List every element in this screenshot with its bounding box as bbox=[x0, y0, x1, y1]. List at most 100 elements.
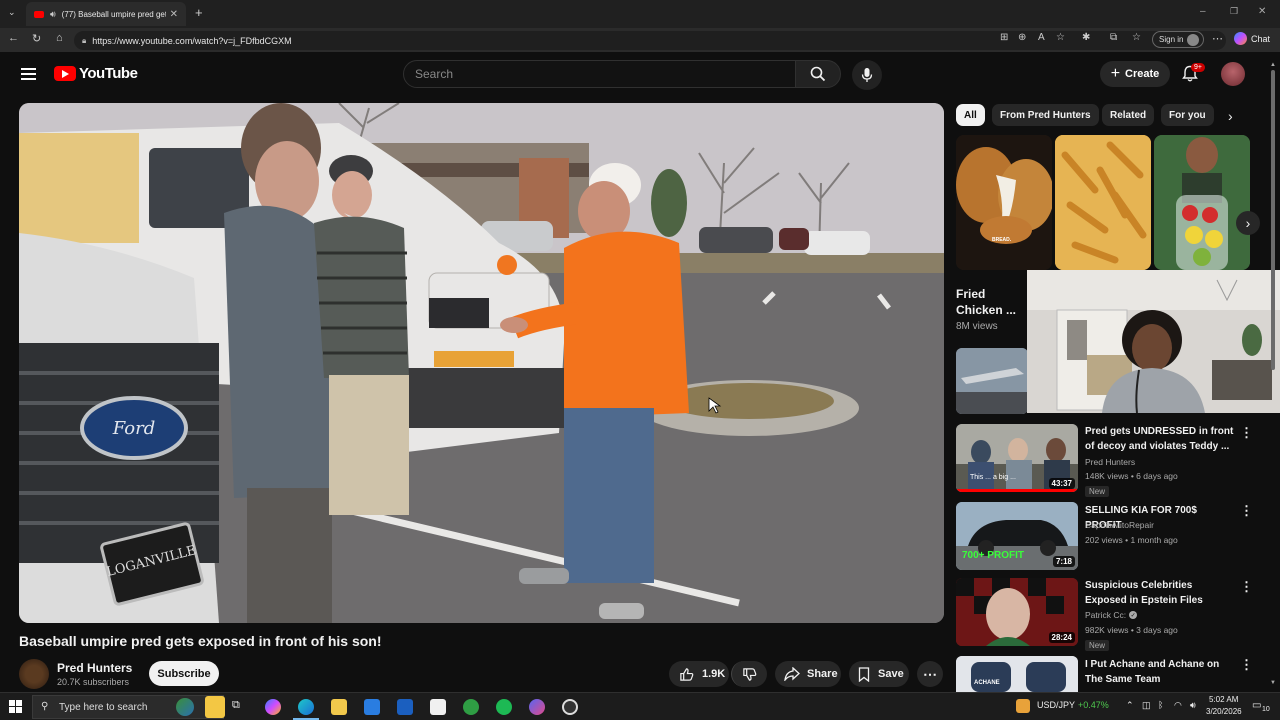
rec-duration-2: 7:18 bbox=[1052, 556, 1075, 567]
dislike-button[interactable] bbox=[731, 661, 767, 687]
maximize-icon[interactable]: ❐ bbox=[1230, 6, 1238, 17]
channel-name[interactable]: Pred Hunters bbox=[57, 661, 132, 675]
scroll-down-arrow-icon[interactable]: ▼ bbox=[1270, 680, 1276, 686]
clock-date[interactable]: 3/20/2026 bbox=[1206, 707, 1242, 716]
new-tab-icon[interactable]: + bbox=[195, 5, 203, 20]
search-button[interactable] bbox=[795, 60, 841, 88]
rec-menu-icon-2[interactable]: ⋮ bbox=[1240, 503, 1253, 519]
short-thumbnail-3[interactable] bbox=[1154, 135, 1250, 270]
rec-thumbnail-1[interactable]: This ... a big ... 43:37 bbox=[956, 424, 1078, 492]
rec-thumbnail-2[interactable]: 700+ PROFIT 7:18 bbox=[956, 502, 1078, 570]
rec-title-1[interactable]: Pred gets UNDRESSED in front of decoy an… bbox=[1085, 424, 1235, 454]
site-info-icon[interactable]: 🔒︎ bbox=[82, 36, 86, 46]
zoom-icon[interactable]: ⊕ bbox=[1018, 32, 1026, 43]
minimize-icon[interactable]: – bbox=[1200, 6, 1206, 17]
task-view-icon[interactable]: ⧉ bbox=[232, 699, 248, 715]
rec-thumbnail-4[interactable]: ACHANE bbox=[956, 656, 1078, 692]
more-actions-button[interactable]: ⋯ bbox=[917, 661, 943, 687]
chip-all[interactable]: All bbox=[956, 104, 985, 126]
shorts-next-button[interactable]: › bbox=[1236, 211, 1260, 235]
save-button[interactable]: Save bbox=[849, 661, 909, 687]
messenger-icon[interactable] bbox=[529, 699, 545, 715]
close-tab-icon[interactable]: ✕ bbox=[170, 9, 178, 20]
wifi-icon[interactable]: ◠ bbox=[1174, 700, 1182, 711]
file-explorer-icon[interactable] bbox=[331, 699, 347, 715]
rec-thumbnail-3[interactable]: 28:24 bbox=[956, 578, 1078, 646]
bluetooth-icon[interactable]: ᛒ bbox=[1158, 700, 1163, 710]
short-thumbnail-1[interactable]: BREAD. bbox=[956, 135, 1052, 270]
page-scrollbar[interactable] bbox=[1271, 70, 1275, 370]
clock-time[interactable]: 5:02 AM bbox=[1209, 695, 1238, 704]
share-button[interactable]: Share bbox=[775, 661, 841, 687]
app-available-icon[interactable]: ⊞ bbox=[1000, 32, 1008, 43]
xbox-icon[interactable] bbox=[463, 699, 479, 715]
edge-browser-icon[interactable] bbox=[298, 699, 314, 715]
audio-playing-icon[interactable]: 🔊︎ bbox=[50, 9, 56, 20]
tab-list-chevron-icon[interactable]: ⌄ bbox=[8, 7, 16, 18]
like-button[interactable]: 1.9K bbox=[669, 661, 729, 687]
video-player[interactable]: Ford LOGANVILLE bbox=[19, 103, 944, 623]
copilot-chat-button[interactable]: Chat bbox=[1234, 32, 1270, 45]
close-window-icon[interactable]: ✕ bbox=[1258, 6, 1266, 17]
create-label: Create bbox=[1125, 68, 1160, 80]
address-bar[interactable]: 🔒︎ https://www.youtube.com/watch?v=j_FDf… bbox=[74, 31, 1226, 50]
youtube-logo[interactable]: YouTube bbox=[54, 65, 138, 82]
browser-tab[interactable]: 🔊︎ (77) Baseball umpire pred gets ✕ bbox=[26, 2, 186, 26]
like-count: 1.9K bbox=[702, 668, 726, 680]
volume-icon[interactable]: 🔊︎ bbox=[1190, 700, 1196, 711]
video-title: Baseball umpire pred gets exposed in fro… bbox=[19, 633, 382, 649]
short-title[interactable]: Fried Chicken ... bbox=[956, 286, 1024, 318]
back-icon[interactable]: ← bbox=[8, 32, 19, 44]
url-text: https://www.youtube.com/watch?v=j_FDfbdC… bbox=[92, 35, 292, 46]
search-input[interactable]: Search bbox=[403, 60, 796, 88]
sign-in-button[interactable]: Sign in bbox=[1152, 31, 1204, 48]
home-icon[interactable]: ⌂ bbox=[56, 32, 63, 44]
voice-search-button[interactable] bbox=[852, 60, 882, 90]
create-button[interactable]: + Create bbox=[1100, 61, 1170, 87]
notepad-icon[interactable] bbox=[430, 699, 446, 715]
rec-channel-1[interactable]: Pred Hunters bbox=[1085, 457, 1135, 467]
rec-menu-icon-4[interactable]: ⋮ bbox=[1240, 657, 1253, 673]
favorites-icon[interactable]: ☆ bbox=[1132, 32, 1141, 43]
rec-channel-3-row[interactable]: Patrick Cc: ✓ bbox=[1085, 610, 1138, 620]
browser-tab-bar: ⌄ 🔊︎ (77) Baseball umpire pred gets ✕ + … bbox=[0, 0, 1280, 28]
split-screen-icon[interactable]: ⧉ bbox=[1110, 32, 1117, 43]
chips-next-chevron-icon[interactable]: › bbox=[1228, 108, 1233, 124]
menu-hamburger-icon[interactable] bbox=[21, 68, 36, 80]
spotify-icon[interactable] bbox=[496, 699, 512, 715]
microphone-icon bbox=[861, 68, 873, 82]
tray-chevron-icon[interactable]: ⌃ bbox=[1126, 700, 1134, 711]
user-avatar[interactable] bbox=[1221, 62, 1245, 86]
read-aloud-icon[interactable]: A bbox=[1038, 32, 1045, 43]
rec-duration-1: 43:37 bbox=[1048, 478, 1075, 489]
windows-taskbar: ⚲ Type here to search ⧉ USD/JPY +0.47% ⌃… bbox=[0, 692, 1280, 720]
ticker-symbol[interactable]: USD/JPY bbox=[1037, 700, 1075, 710]
taskbar-search-input[interactable]: ⚲ Type here to search bbox=[32, 695, 225, 719]
channel-avatar[interactable] bbox=[19, 659, 49, 689]
refresh-icon[interactable]: ↻ bbox=[32, 32, 41, 45]
scroll-up-arrow-icon[interactable]: ▲ bbox=[1270, 62, 1276, 68]
extensions-icon[interactable]: ✱ bbox=[1082, 32, 1090, 43]
rec-menu-icon-1[interactable]: ⋮ bbox=[1240, 425, 1253, 441]
rec-channel-2[interactable]: CapoisAutoRepair bbox=[1085, 520, 1154, 530]
favorite-star-icon[interactable]: ☆ bbox=[1056, 32, 1065, 43]
app-icon[interactable] bbox=[562, 699, 578, 715]
windows-start-icon[interactable] bbox=[9, 700, 22, 713]
network-icon[interactable]: ◫ bbox=[1142, 700, 1151, 711]
notification-center-icon[interactable]: ▭ bbox=[1252, 700, 1261, 711]
microsoft-store-icon[interactable] bbox=[364, 699, 380, 715]
copilot-icon bbox=[1234, 32, 1247, 45]
chip-for-you[interactable]: For you bbox=[1161, 104, 1214, 126]
short-thumbnail-4[interactable] bbox=[956, 348, 1028, 414]
copilot-taskbar-icon[interactable] bbox=[265, 699, 281, 715]
outlook-icon[interactable] bbox=[397, 699, 413, 715]
rec-menu-icon-3[interactable]: ⋮ bbox=[1240, 579, 1253, 595]
rec-title-4[interactable]: I Put Achane and Achane on The Same Team bbox=[1085, 657, 1235, 687]
rec-title-3[interactable]: Suspicious Celebrities Exposed in Epstei… bbox=[1085, 578, 1235, 608]
subscribe-button[interactable]: Subscribe bbox=[149, 661, 219, 686]
short-thumbnail-2[interactable] bbox=[1055, 135, 1151, 270]
rec-thumb-caption-1: This ... a big ... bbox=[970, 474, 1016, 481]
more-options-icon[interactable]: ⋯ bbox=[1212, 32, 1223, 45]
chip-related[interactable]: Related bbox=[1102, 104, 1155, 126]
chip-from-channel[interactable]: From Pred Hunters bbox=[992, 104, 1099, 126]
